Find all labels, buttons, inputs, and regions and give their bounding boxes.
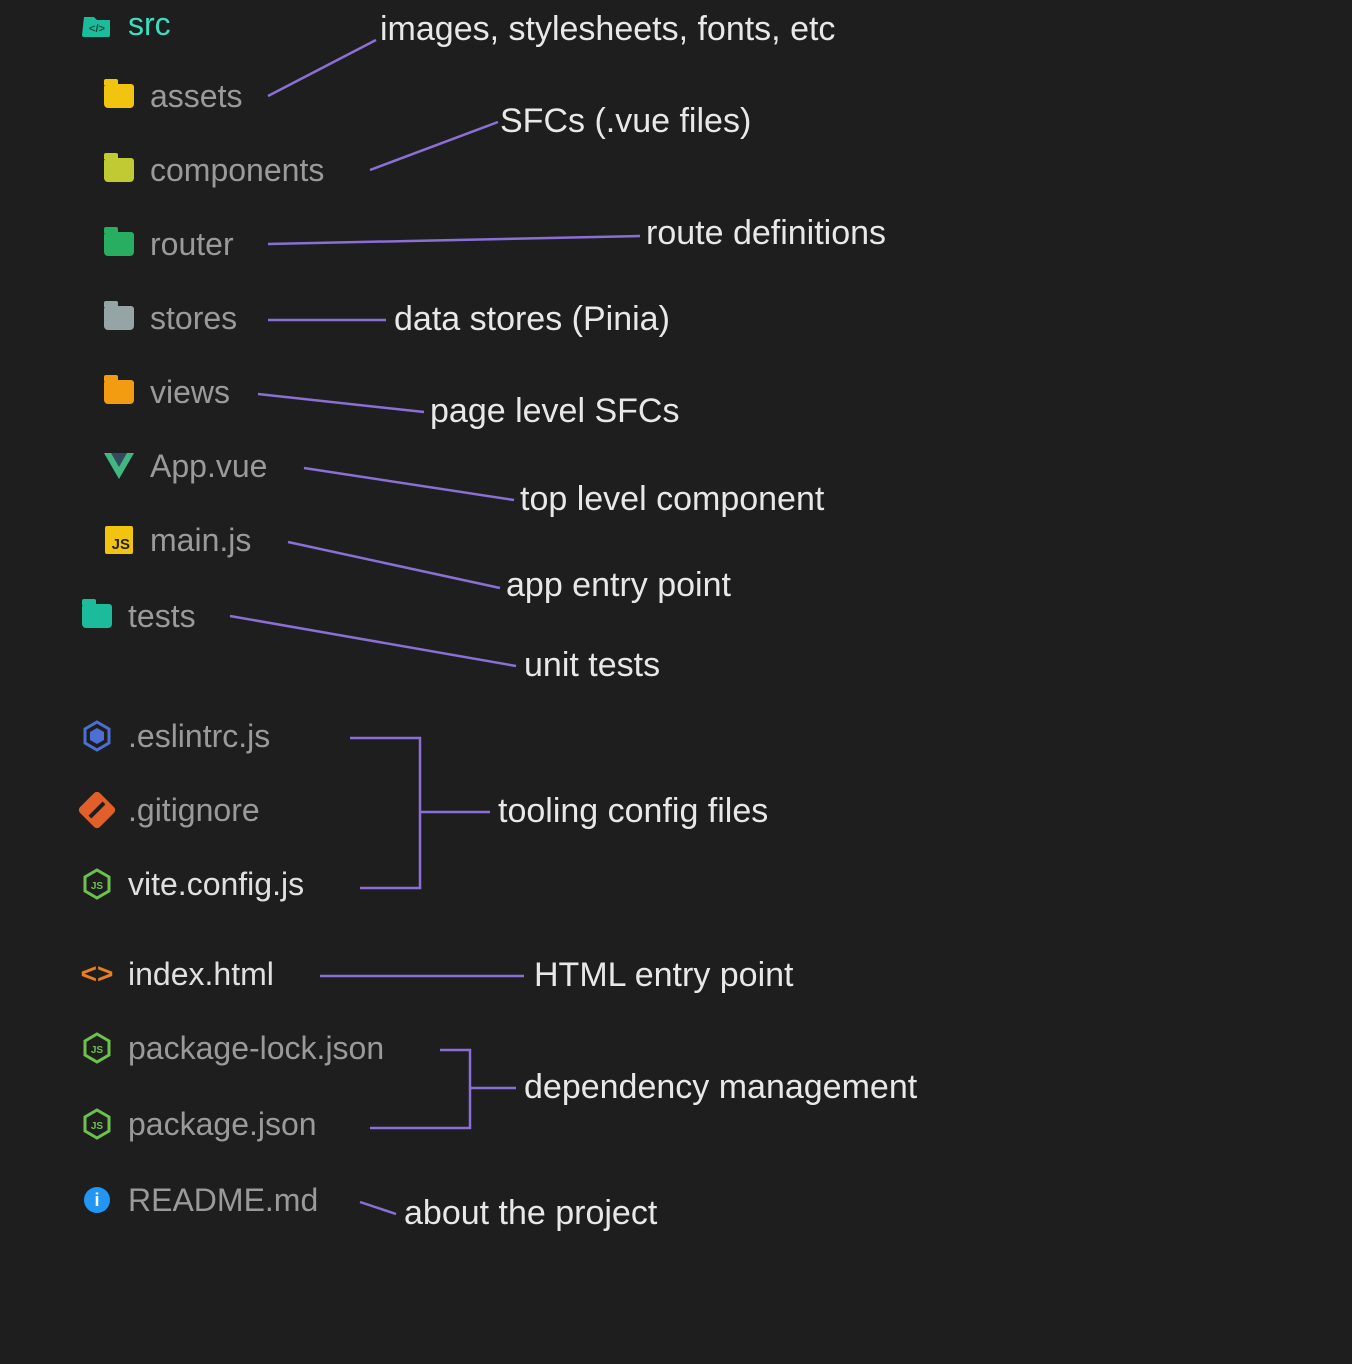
js-file-icon: JS xyxy=(102,523,136,557)
tree-item-src[interactable]: </> src xyxy=(80,4,171,44)
label-router: router xyxy=(150,226,234,263)
label-index-html: index.html xyxy=(128,956,274,993)
label-stores: stores xyxy=(150,300,237,337)
views-folder-icon xyxy=(102,375,136,409)
desc-components: SFCs (.vue files) xyxy=(500,102,751,141)
desc-readme: about the project xyxy=(404,1194,657,1233)
node-hex-icon-2: JS xyxy=(80,1031,114,1065)
svg-text:JS: JS xyxy=(91,881,104,892)
tree-item-gitignore[interactable]: .gitignore xyxy=(80,790,260,830)
label-readme: README.md xyxy=(128,1182,318,1219)
label-views: views xyxy=(150,374,230,411)
desc-tooling: tooling config files xyxy=(498,792,768,831)
desc-app-vue: top level component xyxy=(520,480,824,519)
label-tests: tests xyxy=(128,598,196,635)
components-folder-icon xyxy=(102,153,136,187)
label-src: src xyxy=(128,6,171,43)
svg-text:</>: </> xyxy=(89,23,105,35)
label-package-lock: package-lock.json xyxy=(128,1030,384,1067)
tree-item-router[interactable]: router xyxy=(102,224,234,264)
label-components: components xyxy=(150,152,324,189)
tree-item-package-lock[interactable]: JS package-lock.json xyxy=(80,1028,384,1068)
label-main-js: main.js xyxy=(150,522,251,559)
desc-stores: data stores (Pinia) xyxy=(394,300,670,339)
tree-item-views[interactable]: views xyxy=(102,372,230,412)
eslint-icon xyxy=(80,719,114,753)
desc-main-js: app entry point xyxy=(506,566,731,605)
file-tree-diagram: </> src images, stylesheets, fonts, etc … xyxy=(0,0,1352,1364)
tree-item-components[interactable]: components xyxy=(102,150,324,190)
desc-router: route definitions xyxy=(646,214,886,253)
tree-item-assets[interactable]: assets xyxy=(102,76,242,116)
tree-item-tests[interactable]: tests xyxy=(80,596,196,636)
desc-tests: unit tests xyxy=(524,646,660,685)
tests-folder-icon xyxy=(80,599,114,633)
node-hex-icon-3: JS xyxy=(80,1107,114,1141)
svg-text:JS: JS xyxy=(91,1045,104,1056)
info-icon: i xyxy=(80,1183,114,1217)
tree-item-app-vue[interactable]: App.vue xyxy=(102,446,267,486)
desc-assets: images, stylesheets, fonts, etc xyxy=(380,10,835,49)
node-hex-icon: JS xyxy=(80,867,114,901)
tree-item-stores[interactable]: stores xyxy=(102,298,237,338)
router-folder-icon xyxy=(102,227,136,261)
tree-item-eslintrc[interactable]: .eslintrc.js xyxy=(80,716,270,756)
label-assets: assets xyxy=(150,78,242,115)
desc-packages: dependency management xyxy=(524,1068,917,1107)
tree-item-package-json[interactable]: JS package.json xyxy=(80,1104,317,1144)
label-package-json: package.json xyxy=(128,1106,317,1143)
svg-text:JS: JS xyxy=(91,1121,104,1132)
tree-item-readme[interactable]: i README.md xyxy=(80,1180,318,1220)
assets-folder-icon xyxy=(102,79,136,113)
vue-icon xyxy=(102,449,136,483)
html-file-icon: <> xyxy=(80,957,114,991)
git-icon xyxy=(80,793,114,827)
source-folder-icon: </> xyxy=(80,7,114,41)
desc-views: page level SFCs xyxy=(430,392,679,431)
desc-index-html: HTML entry point xyxy=(534,956,794,995)
tree-item-main-js[interactable]: JS main.js xyxy=(102,520,251,560)
label-gitignore: .gitignore xyxy=(128,792,260,829)
tree-item-index-html[interactable]: <> index.html xyxy=(80,954,274,994)
tree-item-vite-config[interactable]: JS vite.config.js xyxy=(80,864,304,904)
connector-lines xyxy=(0,0,1352,1364)
stores-folder-icon xyxy=(102,301,136,335)
label-vite-config: vite.config.js xyxy=(128,866,304,903)
label-app-vue: App.vue xyxy=(150,448,267,485)
label-eslintrc: .eslintrc.js xyxy=(128,718,270,755)
